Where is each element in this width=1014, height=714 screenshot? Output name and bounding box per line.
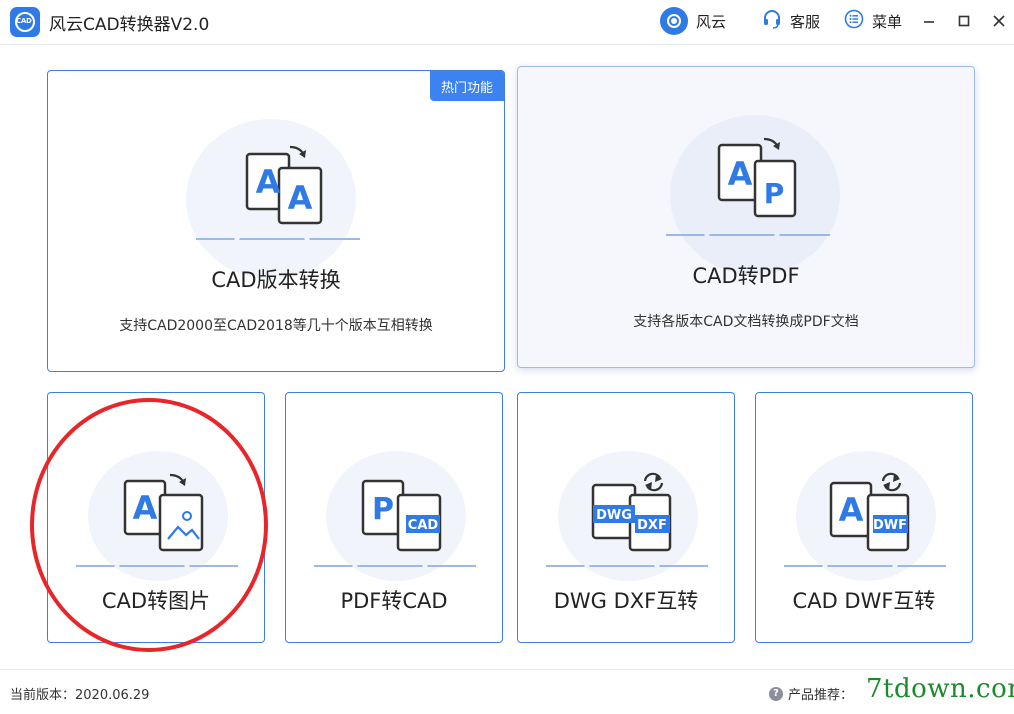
card-cad-dwf-convert[interactable]: A DWF CAD DWF互转 — [755, 392, 973, 643]
card-pdf-to-cad[interactable]: P CAD PDF转CAD — [285, 392, 503, 643]
card-cad-to-pdf[interactable]: A P CAD转PDF 支持各版本CAD文档转换成PDF文档 — [517, 66, 975, 368]
card-dwg-dxf-convert[interactable]: DWG DXF DWG DXF互转 — [517, 392, 735, 643]
hot-feature-badge: 热门功能 — [430, 71, 504, 101]
pdf-to-cad-icon: P CAD — [360, 471, 450, 560]
svg-text:DXF: DXF — [637, 518, 667, 533]
fengyun-button[interactable]: 风云 — [660, 7, 727, 35]
fengyun-logo-icon — [660, 7, 688, 35]
card-divider — [546, 565, 708, 567]
dwg-dxf-icon: DWG DXF — [590, 469, 680, 558]
support-button[interactable]: 客服 — [762, 9, 820, 33]
svg-text:DWG: DWG — [596, 508, 632, 523]
svg-text:A: A — [256, 163, 281, 201]
fengyun-label: 风云 — [696, 12, 727, 31]
close-button[interactable] — [988, 10, 1010, 32]
maximize-button[interactable] — [953, 10, 975, 32]
minimize-icon — [924, 21, 934, 23]
headset-icon — [762, 9, 782, 33]
card-title: CAD转图片 — [101, 589, 211, 613]
card-divider — [666, 234, 830, 236]
app-title: 风云CAD转换器V2.0 — [49, 15, 210, 35]
svg-text:A: A — [839, 491, 864, 529]
menu-list-icon — [844, 9, 864, 33]
status-bar: 当前版本：2020.06.29 ? 产品推荐： 7tdown.com — [0, 669, 1014, 714]
maximize-icon — [958, 15, 970, 27]
card-title: CAD版本转换 — [211, 268, 341, 292]
card-title: CAD DWF互转 — [792, 589, 936, 613]
card-divider — [76, 565, 238, 567]
card-title: DWG DXF互转 — [553, 589, 699, 613]
product-recommend[interactable]: ? 产品推荐： — [769, 684, 853, 703]
minimize-button[interactable] — [918, 10, 940, 32]
menu-label: 菜单 — [872, 12, 903, 31]
support-label: 客服 — [790, 12, 821, 31]
card-title: PDF转CAD — [340, 589, 448, 613]
card-title: CAD转PDF — [692, 264, 800, 288]
svg-text:DWF: DWF — [873, 518, 907, 533]
card-cad-to-image[interactable]: A CAD转图片 — [47, 392, 265, 643]
card-description: 支持各版本CAD文档转换成PDF文档 — [633, 314, 859, 330]
card-cad-version-convert[interactable]: 热门功能 A A CAD版本转换 支持CAD2000至CAD2018等几十个版本… — [47, 70, 505, 372]
svg-text:A: A — [133, 489, 158, 527]
close-icon — [993, 15, 1005, 27]
card-description: 支持CAD2000至CAD2018等几十个版本互相转换 — [119, 318, 433, 334]
card-divider — [314, 565, 476, 567]
app-logo-icon: CAD — [10, 7, 40, 37]
svg-text:A: A — [288, 179, 313, 217]
menu-button[interactable]: 菜单 — [844, 9, 902, 33]
cad-to-pdf-icon: A P — [716, 137, 806, 226]
watermark: 7tdown.com — [866, 674, 1014, 704]
recommend-label: 产品推荐： — [788, 688, 854, 703]
title-bar: CAD 风云CAD转换器V2.0 风云 客服 菜单 — [0, 0, 1014, 45]
svg-text:P: P — [764, 177, 785, 210]
help-icon: ? — [769, 686, 783, 701]
svg-text:CAD: CAD — [408, 518, 439, 533]
card-divider — [196, 238, 360, 240]
card-divider — [784, 565, 946, 567]
cad-version-icon: A A — [244, 143, 334, 232]
svg-text:A: A — [728, 155, 753, 193]
cad-to-image-icon: A — [122, 471, 212, 560]
cad-dwf-icon: A DWF — [828, 469, 918, 558]
version-text: 当前版本：2020.06.29 — [10, 688, 150, 703]
svg-text:P: P — [372, 492, 394, 527]
